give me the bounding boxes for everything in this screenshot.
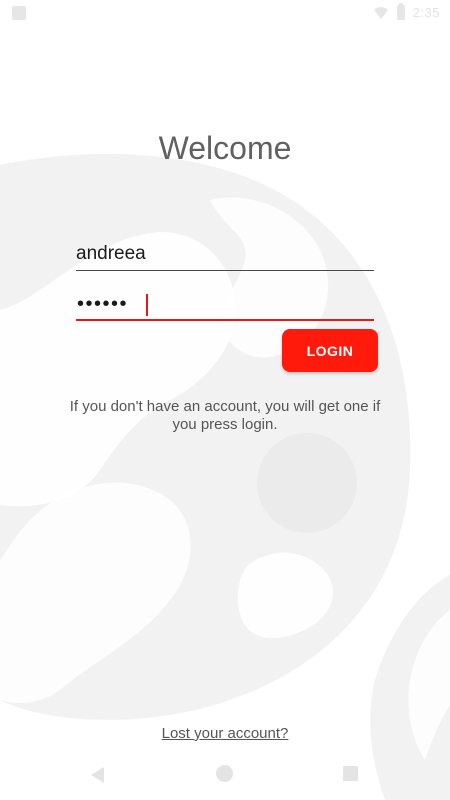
status-bar: 2:35 <box>0 0 450 28</box>
page-title: Welcome <box>158 130 292 166</box>
text-cursor <box>146 294 148 316</box>
recents-icon[interactable] <box>343 766 358 781</box>
password-value: •••••• <box>77 293 129 315</box>
info-text: If you don't have an account, you will g… <box>69 398 381 433</box>
username-field[interactable]: andreea <box>76 231 374 271</box>
navigation-bar <box>0 758 450 800</box>
lost-account-link-row: Lost your account? <box>0 725 450 742</box>
password-field[interactable]: •••••• <box>76 281 374 321</box>
status-right-group: 2:35 <box>373 3 440 20</box>
username-value: andreea <box>76 243 146 264</box>
back-icon[interactable] <box>88 765 108 785</box>
username-underline <box>76 270 374 271</box>
background-circle <box>257 433 357 533</box>
wifi-icon <box>373 6 389 20</box>
battery-icon <box>396 3 405 20</box>
login-button[interactable]: LOGIN <box>282 329 378 372</box>
home-icon[interactable] <box>216 765 233 782</box>
status-time: 2:35 <box>412 5 440 20</box>
lost-account-link[interactable]: Lost your account? <box>162 725 289 742</box>
password-underline <box>76 319 374 321</box>
notification-icon <box>12 6 26 20</box>
